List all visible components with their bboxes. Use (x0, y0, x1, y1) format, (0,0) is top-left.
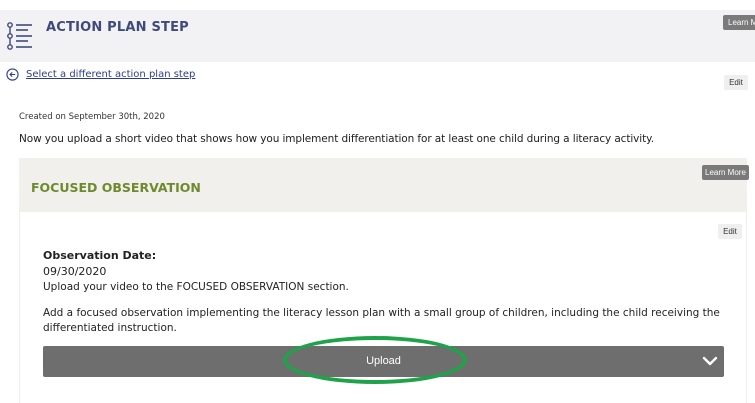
section-title: FOCUSED OBSERVATION (31, 180, 201, 195)
chevron-down-icon[interactable] (702, 354, 718, 368)
select-different-step-link[interactable]: Select a different action plan step (26, 69, 195, 80)
upload-instruction: Upload your video to the FOCUSED OBSERVA… (43, 281, 349, 293)
learn-more-button[interactable]: Learn More (723, 15, 755, 30)
observation-date-value: 09/30/2020 (43, 265, 107, 278)
edit-observation-button[interactable]: Edit (718, 224, 742, 239)
edit-step-button[interactable]: Edit (724, 75, 748, 90)
upload-label: Upload (366, 355, 401, 367)
learn-more-button[interactable]: Learn More (702, 165, 749, 180)
page-title: ACTION PLAN STEP (46, 20, 189, 35)
observation-date-label: Observation Date: (43, 249, 157, 262)
created-date: Created on September 30th, 2020 (19, 112, 165, 122)
step-instructions: Now you upload a short video that shows … (19, 133, 654, 145)
action-plan-header: ACTION PLAN STEP (0, 10, 755, 62)
observation-description: Add a focused observation implementing t… (43, 307, 720, 334)
arrow-left-circle-icon[interactable] (6, 68, 19, 81)
upload-button[interactable]: Upload (43, 346, 724, 377)
list-steps-icon (7, 22, 32, 50)
